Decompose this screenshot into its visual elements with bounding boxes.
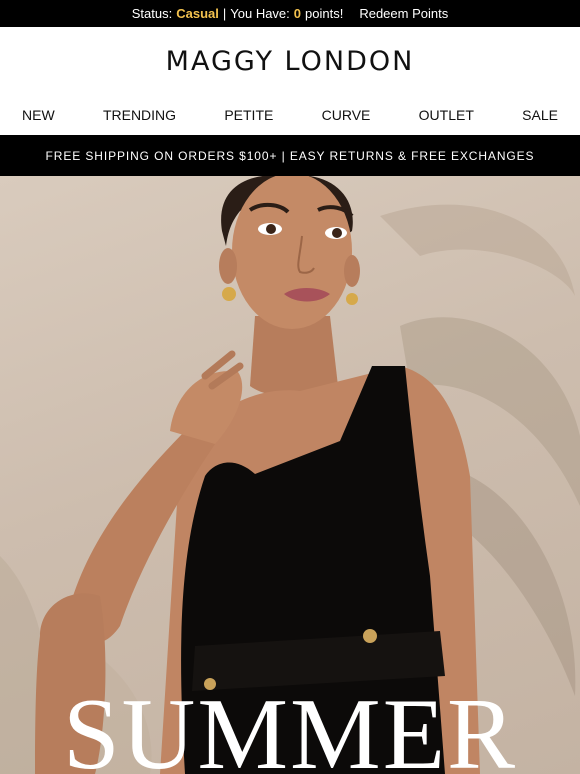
points-suffix: points!	[305, 6, 344, 21]
promo-banner[interactable]: FREE SHIPPING ON ORDERS $100+ | EASY RET…	[0, 135, 580, 176]
nav-item-petite[interactable]: PETITE	[224, 107, 273, 123]
status-value: Casual	[176, 6, 219, 21]
brand-logo[interactable]: MAGGY LONDON	[0, 27, 580, 95]
hero-title: SUMMER	[62, 678, 518, 774]
nav-item-new[interactable]: NEW	[22, 107, 55, 123]
nav-item-outlet[interactable]: OUTLET	[419, 107, 474, 123]
loyalty-status-bar: Status: Casual | You Have: 0 points! Red…	[0, 0, 580, 27]
nav-item-curve[interactable]: CURVE	[322, 107, 371, 123]
nav-item-trending[interactable]: TRENDING	[103, 107, 176, 123]
redeem-points-link[interactable]: Redeem Points	[359, 6, 448, 21]
main-nav: NEW TRENDING PETITE CURVE OUTLET SALE	[0, 95, 580, 135]
status-label: Status:	[131, 6, 173, 21]
status-separator: |	[222, 6, 227, 21]
nav-item-sale[interactable]: SALE	[522, 107, 558, 123]
points-prefix: You Have:	[230, 6, 290, 21]
points-value: 0	[293, 6, 302, 21]
hero-banner[interactable]: SUMMER	[0, 176, 580, 774]
